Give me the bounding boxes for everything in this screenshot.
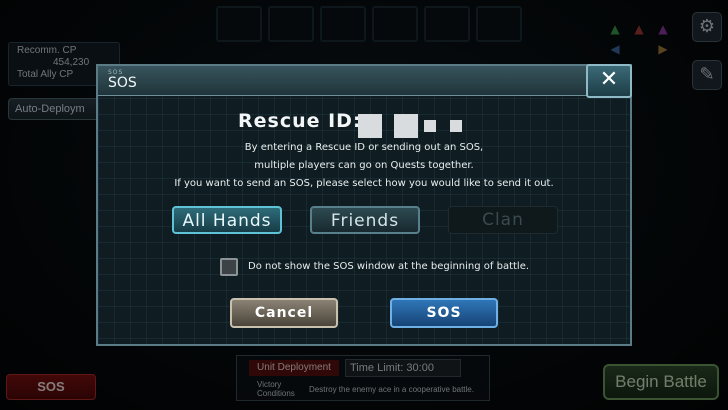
rescue-id-row: Rescue ID: — [98, 110, 630, 138]
description-line: If you want to send an SOS, please selec… — [174, 178, 554, 189]
rescue-id-label: Rescue ID: — [238, 110, 362, 132]
sos-dialog: SOS SOS ✕ Rescue ID: By entering a Rescu… — [96, 64, 632, 346]
dont-show-label: Do not show the SOS window at the beginn… — [248, 261, 530, 272]
rescue-id-redacted — [424, 120, 436, 132]
rescue-id-redacted — [450, 120, 462, 132]
rescue-id-redacted — [358, 114, 382, 138]
all-hands-button[interactable]: All Hands — [172, 206, 282, 234]
clan-button[interactable]: Clan — [448, 206, 558, 234]
description-line: multiple players can go on Quests togeth… — [254, 160, 474, 171]
description-line: By entering a Rescue ID or sending out a… — [244, 142, 484, 153]
cancel-button[interactable]: Cancel — [230, 298, 338, 328]
friends-button[interactable]: Friends — [310, 206, 420, 234]
dialog-header: SOS SOS — [98, 66, 630, 96]
rescue-id-redacted — [394, 114, 418, 138]
dialog-title: SOS — [108, 75, 137, 91]
sos-button[interactable]: SOS — [390, 298, 498, 328]
close-icon[interactable]: ✕ — [586, 64, 632, 98]
dont-show-checkbox[interactable] — [220, 258, 238, 276]
